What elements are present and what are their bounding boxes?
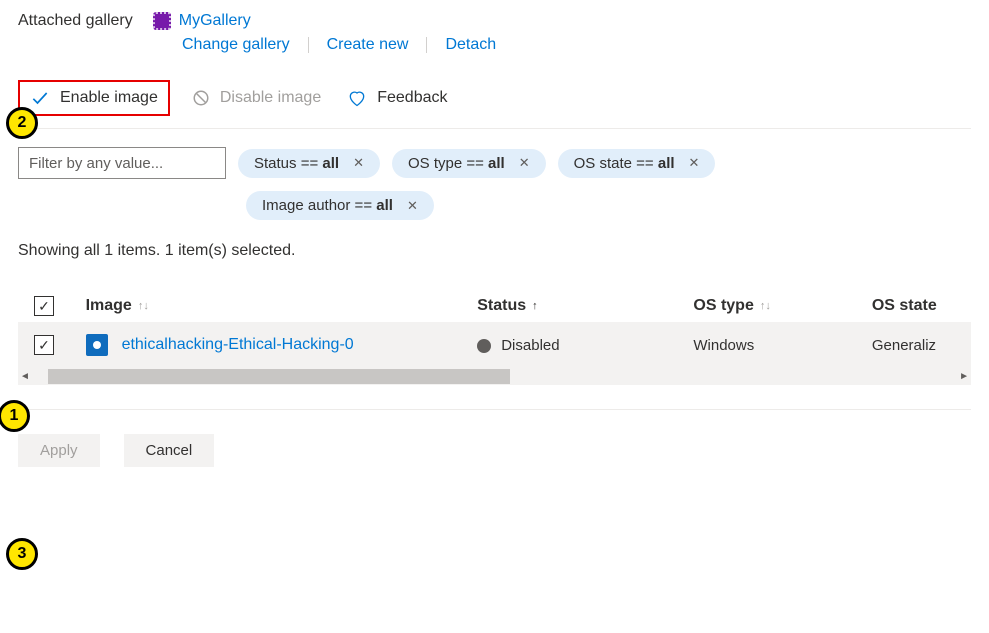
feedback-button[interactable]: Feedback	[343, 86, 451, 110]
row-checkbox[interactable]	[34, 335, 54, 355]
sort-asc-icon: ↑	[532, 300, 538, 312]
horizontal-scrollbar[interactable]: ◄ ►	[18, 368, 971, 385]
filter-pill-osstate[interactable]: OS state == all ✕	[558, 149, 716, 178]
create-new-link[interactable]: Create new	[327, 36, 409, 54]
column-header-status[interactable]: Status↑	[477, 297, 693, 315]
ostype-cell: Windows	[693, 337, 871, 354]
divider	[18, 409, 971, 410]
filter-pill-ostype[interactable]: OS type == all ✕	[392, 149, 546, 178]
status-dot-icon	[477, 339, 491, 353]
sort-icon: ↑↓	[138, 300, 149, 312]
toolbar: Enable image Disable image Feedback	[18, 80, 971, 129]
disable-image-label: Disable image	[220, 89, 321, 107]
ban-icon	[192, 89, 210, 107]
filter-input[interactable]	[18, 147, 226, 179]
column-header-osstate[interactable]: OS state	[872, 297, 971, 315]
close-icon[interactable]: ✕	[403, 198, 418, 214]
select-all-checkbox[interactable]	[34, 296, 54, 316]
column-header-ostype[interactable]: OS type↑↓	[693, 297, 871, 315]
enable-image-label: Enable image	[60, 89, 158, 107]
osstate-cell: Generaliz	[872, 337, 971, 354]
column-header-image[interactable]: Image↑↓	[86, 297, 478, 315]
enable-image-button[interactable]: Enable image	[18, 80, 170, 116]
gallery-icon	[153, 12, 171, 30]
apply-button[interactable]: Apply	[18, 434, 100, 467]
change-gallery-link[interactable]: Change gallery	[182, 36, 290, 54]
table-header: Image↑↓ Status↑ OS type↑↓ OS state	[18, 290, 971, 322]
scroll-left-icon[interactable]: ◄	[20, 371, 30, 382]
scroll-right-icon[interactable]: ►	[959, 371, 969, 382]
disable-image-button: Disable image	[188, 87, 325, 109]
check-icon	[30, 88, 50, 108]
table-row[interactable]: ethicalhacking-Ethical-Hacking-0 Disable…	[18, 322, 971, 368]
image-icon	[86, 334, 108, 356]
attached-gallery-label: Attached gallery	[18, 12, 133, 30]
gallery-name-link[interactable]: MyGallery	[179, 12, 251, 30]
close-icon[interactable]: ✕	[515, 155, 530, 171]
filter-pill-status[interactable]: Status == all ✕	[238, 149, 380, 178]
divider	[426, 37, 427, 53]
sort-icon: ↑↓	[760, 300, 771, 312]
image-name-link[interactable]: ethicalhacking-Ethical-Hacking-0	[122, 336, 354, 354]
results-summary: Showing all 1 items. 1 item(s) selected.	[18, 242, 971, 260]
callout-badge-2: 2	[6, 107, 38, 139]
cancel-button[interactable]: Cancel	[124, 434, 215, 467]
divider	[308, 37, 309, 53]
callout-badge-1: 1	[0, 400, 30, 432]
status-text: Disabled	[501, 337, 559, 354]
callout-badge-3: 3	[6, 538, 38, 570]
close-icon[interactable]: ✕	[349, 155, 364, 171]
close-icon[interactable]: ✕	[685, 155, 700, 171]
feedback-label: Feedback	[377, 89, 447, 107]
filter-pill-author[interactable]: Image author == all ✕	[246, 191, 434, 220]
heart-icon	[347, 88, 367, 108]
detach-link[interactable]: Detach	[445, 36, 496, 54]
